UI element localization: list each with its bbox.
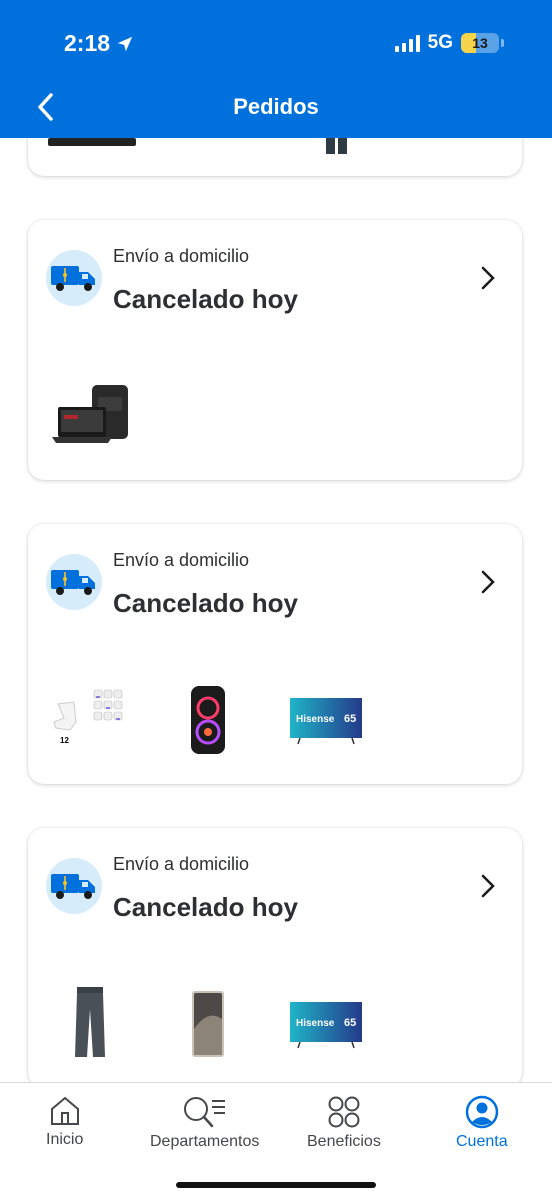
delivery-truck-icon (46, 858, 102, 914)
app-header: 2:18 5G 13 Pedidos (0, 0, 552, 138)
order-card[interactable]: Envío a domicilio Cancelado hoy Hisense … (28, 828, 522, 1088)
order-status: Cancelado hoy (113, 892, 298, 922)
order-detail-chevron-icon[interactable] (476, 264, 500, 292)
home-icon (50, 1096, 79, 1125)
nav-item-inicio[interactable]: Inicio (46, 1095, 83, 1149)
hisense-tv-thumbnail: Hisense 65 (284, 684, 368, 756)
network-label: 5G (427, 32, 453, 53)
nav-label: Departamentos (150, 1133, 260, 1150)
page-title: Pedidos (233, 94, 319, 119)
order-items: Hisense 65 (48, 987, 368, 1060)
status-indicators: 5G 13 (394, 32, 504, 54)
nav-item-cuenta[interactable]: Cuenta (456, 1095, 508, 1151)
circles-grid-icon (328, 1096, 360, 1128)
hisense-tv-thumbnail: Hisense 65 (284, 988, 368, 1060)
location-arrow-icon (117, 36, 133, 51)
order-status: Cancelado hoy (113, 284, 298, 314)
order-items: 12 Hisense 65 (48, 684, 368, 756)
socks-count-label: 12 (60, 736, 69, 745)
account-icon (465, 1095, 499, 1129)
shipping-type: Envío a domicilio (113, 550, 250, 570)
order-detail-chevron-icon[interactable] (476, 568, 500, 596)
order-card[interactable]: Envío a domicilio Cancelado hoy 12 Hisen… (28, 524, 522, 784)
smartphone-thumbnail (166, 988, 250, 1060)
jogger-pants-thumbnail (48, 987, 132, 1060)
search-list-icon (183, 1097, 225, 1128)
tv-brand-text: Hisense (296, 1018, 335, 1029)
signal-icon (394, 34, 420, 52)
shipping-type: Envío a domicilio (113, 246, 250, 266)
nav-label: Cuenta (456, 1133, 508, 1150)
order-detail-chevron-icon[interactable] (476, 872, 500, 900)
party-speaker-thumbnail (166, 684, 250, 756)
order-items (48, 380, 132, 452)
tv-size-text: 65 (344, 1017, 356, 1029)
battery-icon: 13 (461, 33, 499, 53)
shipping-type: Envío a domicilio (113, 854, 250, 874)
home-indicator (176, 1182, 376, 1188)
nav-item-departamentos[interactable]: Departamentos (150, 1095, 259, 1151)
status-time: 2:18 (64, 30, 134, 57)
order-card[interactable]: Envío a domicilio Cancelado hoy (28, 220, 522, 480)
tv-size-text: 65 (344, 713, 356, 725)
delivery-truck-icon (46, 554, 102, 610)
order-status: Cancelado hoy (113, 588, 298, 618)
nav-label: Inicio (46, 1131, 84, 1148)
laptop-backpack-thumbnail (48, 380, 132, 452)
socks-thumbnail: 12 (48, 684, 132, 756)
nav-label: Beneficios (307, 1133, 381, 1150)
clock-text: 2:18 (64, 30, 111, 56)
nav-item-beneficios[interactable]: Beneficios (307, 1095, 381, 1151)
delivery-truck-icon (46, 250, 102, 306)
tv-brand-text: Hisense (296, 714, 335, 725)
